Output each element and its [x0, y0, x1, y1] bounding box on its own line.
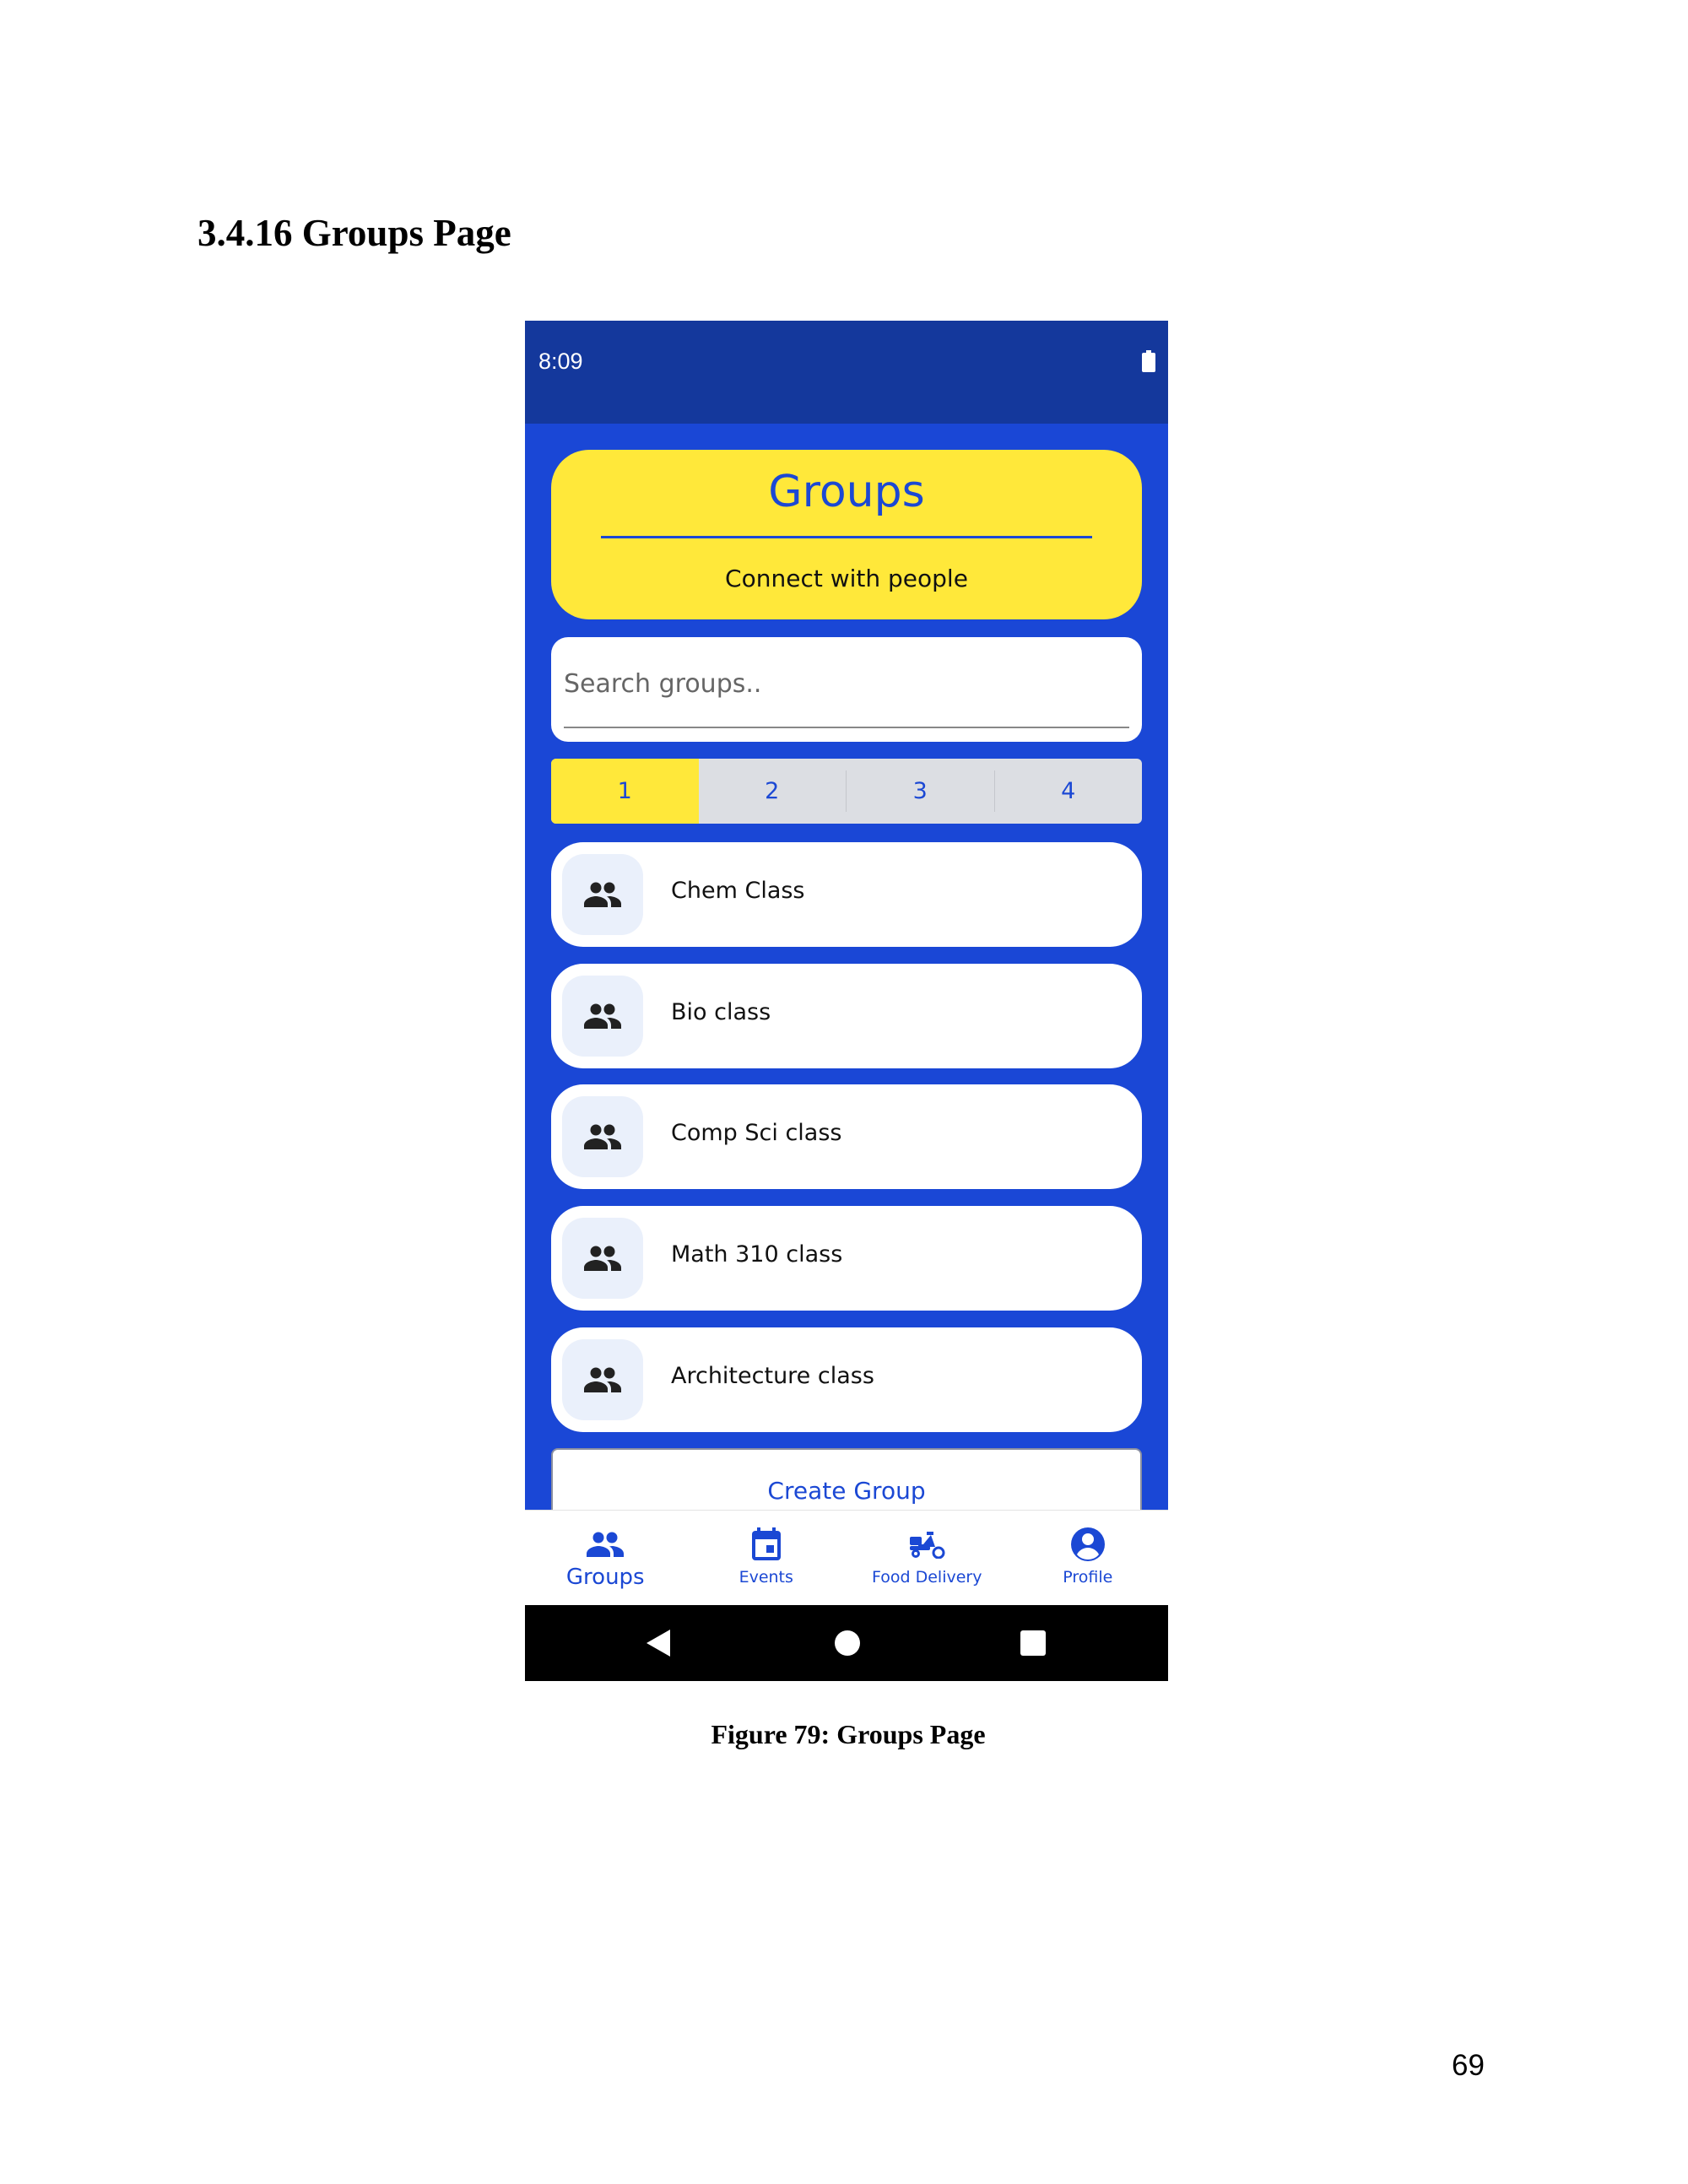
group-item-bio[interactable]: Bio class: [551, 964, 1142, 1068]
tab-2[interactable]: 2: [699, 759, 847, 824]
group-name: Chem Class: [671, 878, 805, 904]
people-icon: [584, 1367, 621, 1392]
group-avatar: [562, 1218, 643, 1299]
group-item-chem[interactable]: Chem Class: [551, 842, 1142, 947]
android-navigation-bar: [525, 1605, 1168, 1681]
nav-item-profile[interactable]: Profile: [1008, 1511, 1169, 1605]
tab-label: 3: [912, 778, 928, 804]
recents-square-icon: [1020, 1630, 1046, 1656]
search-input[interactable]: [564, 657, 1129, 710]
group-name: Bio class: [671, 999, 771, 1025]
tab-label: 4: [1061, 778, 1076, 804]
nav-item-events[interactable]: Events: [686, 1511, 847, 1605]
group-avatar: [562, 976, 643, 1057]
tab-label: 1: [617, 778, 632, 804]
tab-1[interactable]: 1: [551, 759, 699, 824]
group-item-architecture[interactable]: Architecture class: [551, 1327, 1142, 1432]
group-avatar: [562, 1096, 643, 1177]
nav-item-groups[interactable]: Groups: [525, 1511, 686, 1605]
nav-label: Profile: [1063, 1568, 1113, 1587]
status-bar: 8:09: [525, 321, 1168, 424]
tab-4[interactable]: 4: [995, 759, 1143, 824]
group-avatar: [562, 854, 643, 935]
group-item-math[interactable]: Math 310 class: [551, 1206, 1142, 1311]
phone-screenshot: 8:09 Groups Connect with people 1 2 3 4: [525, 321, 1168, 1681]
nav-item-food-delivery[interactable]: Food Delivery: [847, 1511, 1008, 1605]
page-title: Groups: [768, 467, 925, 517]
nav-label: Groups: [565, 1565, 645, 1590]
header-divider: [601, 536, 1092, 538]
home-button[interactable]: [814, 1605, 881, 1681]
create-group-label: Create Group: [767, 1477, 926, 1505]
tab-label: 2: [765, 778, 780, 804]
search-box: [551, 637, 1142, 742]
back-triangle-icon: [647, 1630, 670, 1657]
back-button[interactable]: [625, 1605, 692, 1681]
group-name: Math 310 class: [671, 1241, 843, 1268]
people-icon: [584, 1124, 621, 1149]
group-avatar: [562, 1339, 643, 1420]
people-icon: [587, 1532, 625, 1557]
header-card: Groups Connect with people: [551, 450, 1142, 619]
home-circle-icon: [835, 1630, 860, 1656]
people-icon: [584, 1246, 621, 1271]
status-time: 8:09: [538, 349, 583, 374]
group-name: Architecture class: [671, 1363, 874, 1389]
battery-full-icon: [1142, 350, 1155, 372]
scooter-icon: [910, 1532, 945, 1559]
figure-caption: Figure 79: Groups Page: [711, 1719, 986, 1749]
page-subtitle: Connect with people: [725, 565, 968, 592]
page-number: 69: [1452, 2049, 1485, 2082]
section-heading: 3.4.16 Groups Page: [197, 212, 511, 254]
people-icon: [584, 1003, 621, 1029]
bottom-nav: Groups Events Food Delivery Profile: [525, 1510, 1168, 1605]
nav-label: Food Delivery: [872, 1568, 982, 1587]
search-underline: [564, 727, 1129, 728]
nav-label: Events: [738, 1568, 793, 1587]
calendar-icon: [751, 1527, 781, 1560]
tab-3[interactable]: 3: [847, 759, 994, 824]
page-tabs: 1 2 3 4: [551, 759, 1142, 824]
group-item-compsci[interactable]: Comp Sci class: [551, 1084, 1142, 1189]
recents-button[interactable]: [999, 1605, 1067, 1681]
group-name: Comp Sci class: [671, 1120, 842, 1146]
account-circle-icon: [1070, 1527, 1105, 1561]
people-icon: [584, 882, 621, 907]
